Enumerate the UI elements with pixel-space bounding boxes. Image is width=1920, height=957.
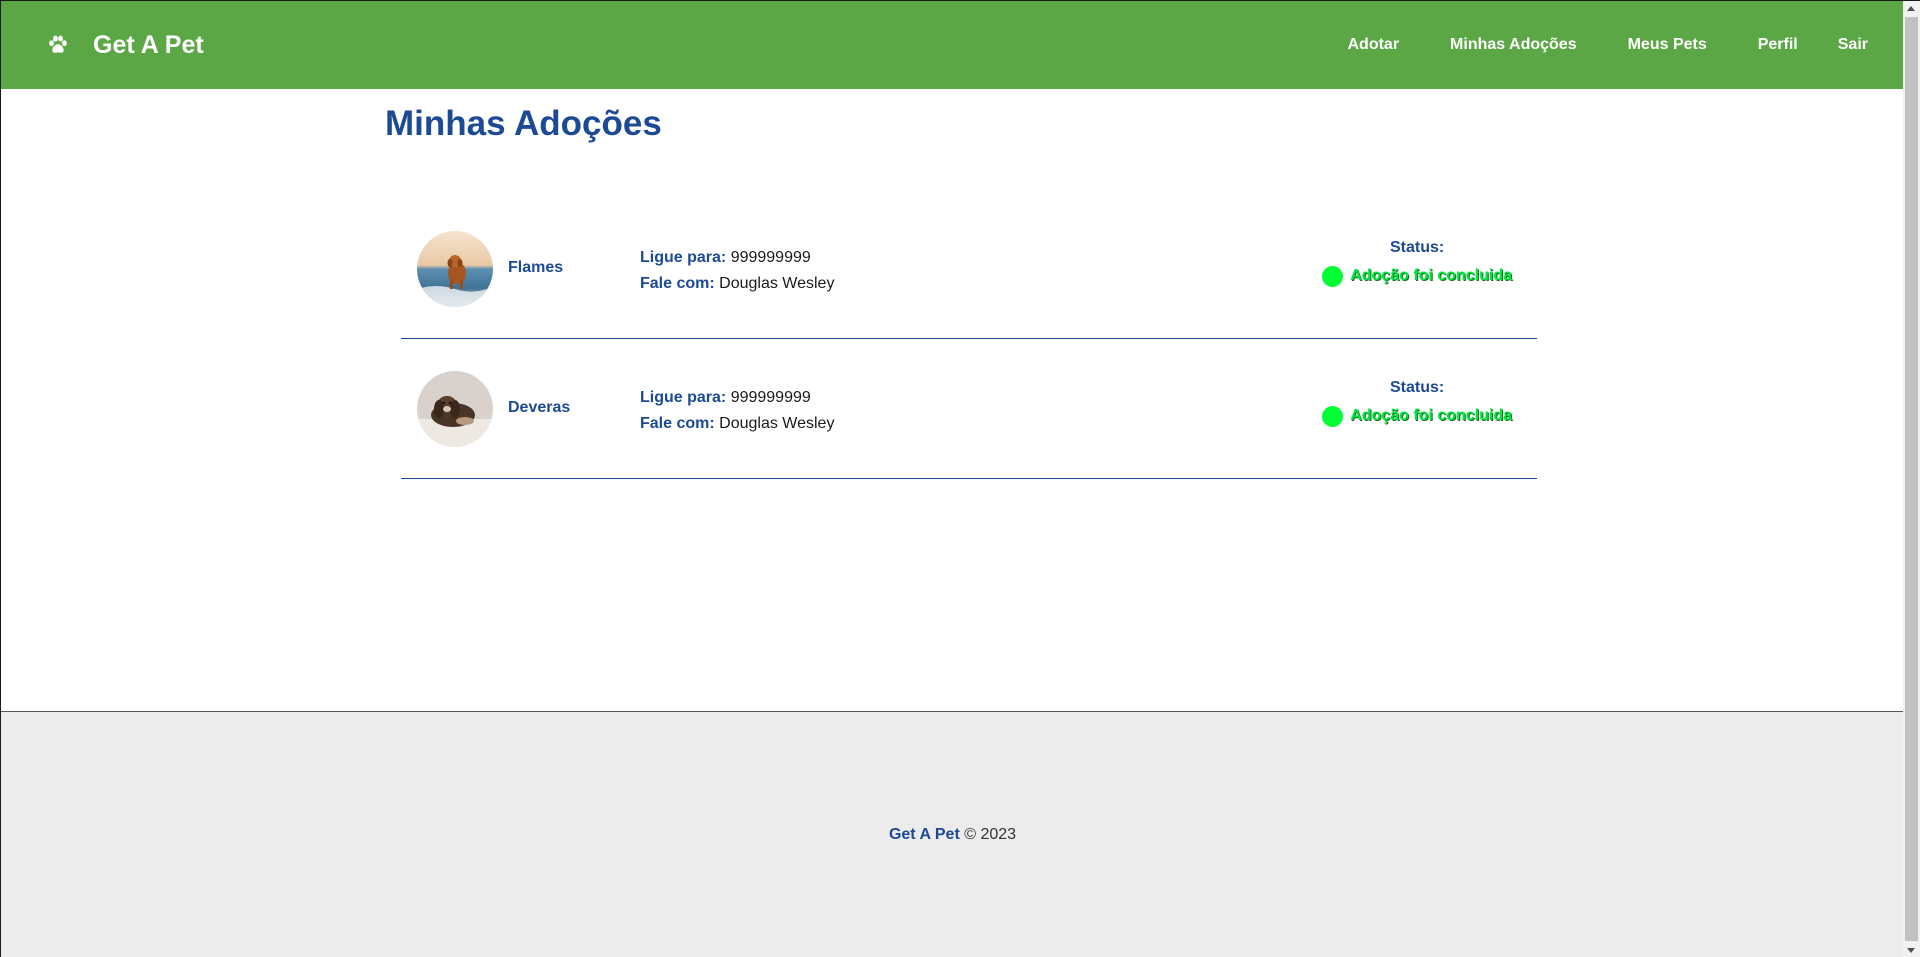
page: Get A Pet Adotar Minhas Adoções Meus Pet… xyxy=(1,1,1904,957)
pet-name: Flames xyxy=(508,258,564,276)
status-label: Status: xyxy=(1389,378,1445,396)
pet-avatar xyxy=(417,370,493,447)
contact-value: Douglas Wesley xyxy=(719,274,835,292)
scroll-down-icon[interactable] xyxy=(1907,948,1915,953)
scroll-up-icon[interactable] xyxy=(1907,6,1915,11)
status-block: Status: Adoção foi concluida xyxy=(1322,239,1512,287)
contact-label: Fale com: xyxy=(640,414,715,432)
nav-sair[interactable]: Sair xyxy=(1838,36,1868,54)
phone-value: 999999999 xyxy=(730,388,811,406)
dog-beach-photo xyxy=(417,230,493,307)
contact-info: Ligue para: 999999999 Fale com: Douglas … xyxy=(640,385,834,437)
phone-label: Ligue para: xyxy=(640,248,727,266)
nav-meus-pets[interactable]: Meus Pets xyxy=(1628,36,1707,54)
adoptions-list: Flames Ligue para: 999999999 Fale com: D… xyxy=(401,199,1537,479)
nav-links: Adotar Minhas Adoções Meus Pets Perfil S… xyxy=(1347,1,1868,89)
adoption-row: Flames Ligue para: 999999999 Fale com: D… xyxy=(401,199,1537,339)
footer-brand: Get A Pet xyxy=(888,826,960,843)
footer-copyright: © 2023 xyxy=(964,826,1017,843)
status-badge: Adoção foi concluida xyxy=(1322,405,1512,427)
brand[interactable]: Get A Pet xyxy=(47,1,204,89)
contact-label: Fale com: xyxy=(640,274,715,292)
status-text: Adoção foi concluida xyxy=(1350,407,1512,424)
pet-avatar xyxy=(417,230,493,307)
status-text: Adoção foi concluida xyxy=(1350,267,1512,284)
scroll-thumb[interactable] xyxy=(1905,17,1918,941)
footer-text: Get A Pet © 2023 xyxy=(889,826,1016,844)
paw-icon xyxy=(49,35,67,53)
phone-label: Ligue para: xyxy=(640,388,727,406)
footer: Get A Pet © 2023 xyxy=(1,711,1904,957)
page-title: Minhas Adoções xyxy=(385,104,662,143)
pet-name: Deveras xyxy=(508,398,571,416)
dog-bed-photo xyxy=(417,370,493,447)
status-badge: Adoção foi concluida xyxy=(1322,265,1512,287)
status-block: Status: Adoção foi concluida xyxy=(1322,379,1512,427)
nav-minhas-adocoes[interactable]: Minhas Adoções xyxy=(1450,36,1577,54)
navbar: Get A Pet Adotar Minhas Adoções Meus Pet… xyxy=(1,1,1904,89)
status-dot-icon xyxy=(1322,265,1344,287)
status-dot-icon xyxy=(1322,405,1344,427)
contact-value: Douglas Wesley xyxy=(719,414,835,432)
phone-value: 999999999 xyxy=(730,248,811,266)
vertical-scrollbar[interactable] xyxy=(1903,1,1920,957)
adoption-row: Deveras Ligue para: 999999999 Fale com: … xyxy=(401,339,1537,479)
status-label: Status: xyxy=(1389,238,1445,256)
brand-title[interactable]: Get A Pet xyxy=(93,31,204,60)
main-content: Minhas Adoções Flames Ligue para: 999999… xyxy=(385,89,1537,479)
nav-perfil[interactable]: Perfil xyxy=(1758,36,1798,54)
contact-info: Ligue para: 999999999 Fale com: Douglas … xyxy=(640,245,834,297)
nav-adotar[interactable]: Adotar xyxy=(1347,36,1399,54)
